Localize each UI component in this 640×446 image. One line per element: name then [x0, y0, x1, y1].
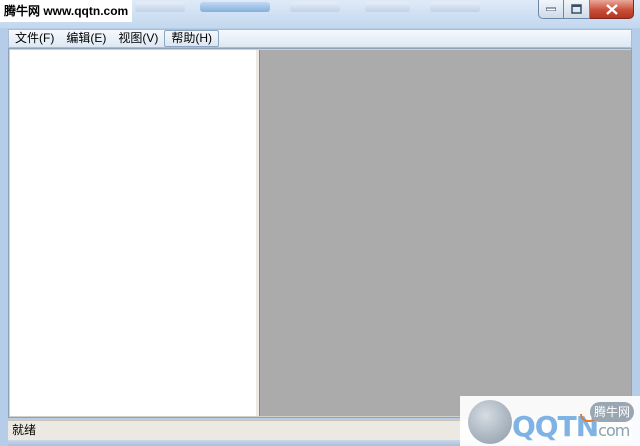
window-controls	[538, 0, 634, 20]
menu-help[interactable]: 帮助(H)	[164, 30, 219, 47]
watermark: QQTNcom 腾牛网	[460, 396, 640, 446]
left-pane[interactable]	[10, 50, 256, 416]
minimize-icon	[546, 7, 556, 11]
title-bar-decoration	[365, 2, 410, 12]
minimize-button[interactable]	[538, 0, 564, 19]
maximize-button[interactable]	[564, 0, 590, 19]
menu-file[interactable]: 文件(F)	[9, 30, 60, 47]
close-button[interactable]	[590, 0, 634, 19]
title-bar-decoration	[290, 2, 340, 12]
menu-view[interactable]: 视图(V)	[112, 30, 164, 47]
close-icon	[605, 3, 618, 15]
maximize-icon	[571, 4, 582, 14]
title-bar-decoration	[430, 2, 480, 12]
app-window: 腾牛网 www.qqtn.com 文件(F) 编辑(E) 视图(V) 帮助(H)…	[0, 0, 640, 446]
client-area	[8, 48, 632, 418]
menu-bar: 文件(F) 编辑(E) 视图(V) 帮助(H)	[8, 29, 632, 48]
menu-edit[interactable]: 编辑(E)	[60, 30, 112, 47]
right-pane[interactable]	[260, 50, 631, 416]
watermark-badge: 腾牛网	[590, 402, 634, 422]
watermark-logo-icon	[468, 400, 512, 444]
title-bar[interactable]: 腾牛网 www.qqtn.com	[0, 0, 640, 28]
title-bar-decoration	[200, 2, 270, 12]
status-text: 就绪	[12, 423, 37, 437]
title-bar-decoration	[135, 2, 185, 12]
window-title: 腾牛网 www.qqtn.com	[0, 0, 133, 22]
